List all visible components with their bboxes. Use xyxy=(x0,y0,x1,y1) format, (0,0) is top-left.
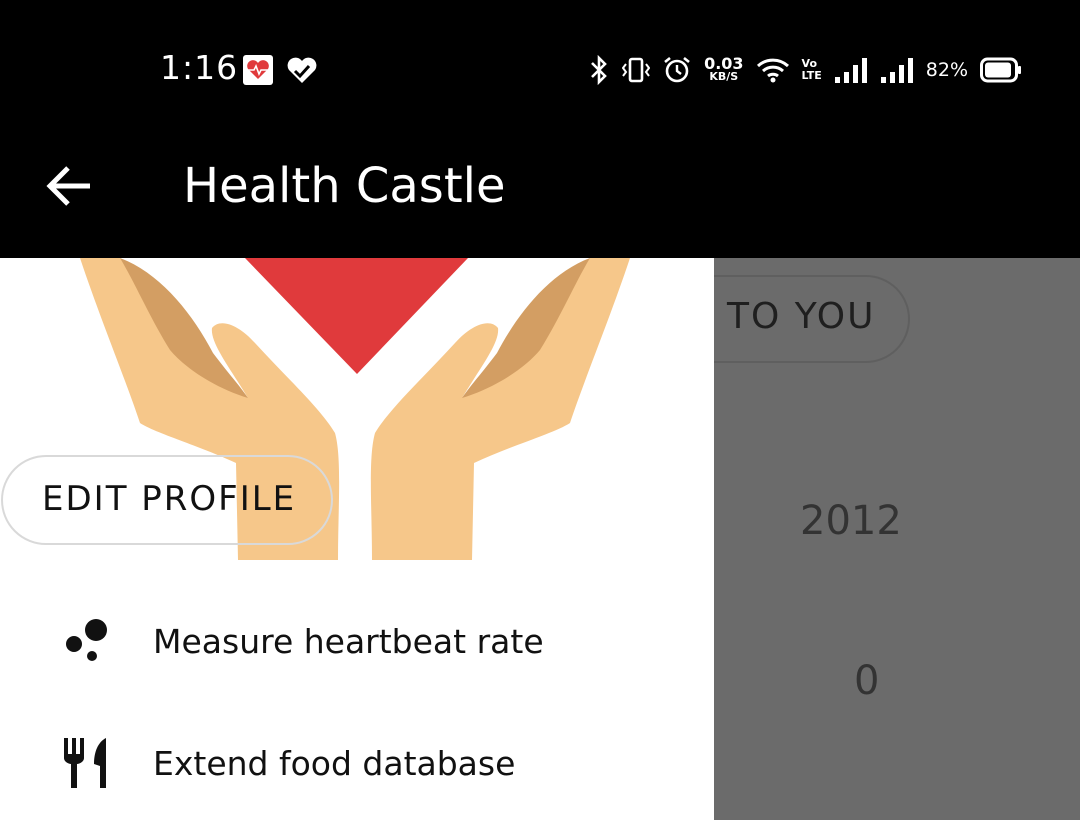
signal-strength-icon-sim2 xyxy=(880,58,913,83)
signal-strength-icon-sim1 xyxy=(834,58,867,83)
arrow-back-icon[interactable] xyxy=(44,162,94,210)
app-bar xyxy=(0,130,1080,258)
to-you-button-label: TO YOU xyxy=(727,296,876,337)
network-speed: 0.03 KB/S xyxy=(704,54,744,84)
fork-knife-icon xyxy=(64,738,106,788)
menu-item-label: Measure heartbeat rate xyxy=(153,622,544,661)
vibrate-icon xyxy=(622,57,651,83)
heartbeat-dots-icon xyxy=(66,619,107,661)
status-bar: 1:16 0.03 KB/S Vo LTE 82% xyxy=(0,0,1080,130)
app-title: Health Castle xyxy=(183,158,506,214)
battery-icon xyxy=(980,57,1021,83)
battery-percent: 82% xyxy=(925,59,968,81)
wifi-icon xyxy=(756,58,789,83)
menu-item-label: Extend food database xyxy=(153,744,516,783)
background-value-count: 0 xyxy=(854,658,880,704)
volte-indicator: Vo LTE xyxy=(801,57,822,82)
health-app-notification-icon xyxy=(243,55,273,85)
heart-check-icon xyxy=(287,57,317,83)
alarm-icon xyxy=(664,56,690,83)
status-icons: 0.03 KB/S Vo LTE 82% xyxy=(588,50,1022,90)
navigation-drawer: EDIT PROFILE Measure heartbeat rate Exte… xyxy=(0,258,714,820)
menu-item-extend-food-database[interactable]: Extend food database xyxy=(0,708,714,818)
background-value-year: 2012 xyxy=(800,498,902,544)
bluetooth-icon xyxy=(591,55,607,85)
status-time: 1:16 xyxy=(160,48,239,87)
menu-item-measure-heartbeat[interactable]: Measure heartbeat rate xyxy=(0,586,714,696)
edit-profile-label: EDIT PROFILE xyxy=(42,479,297,519)
